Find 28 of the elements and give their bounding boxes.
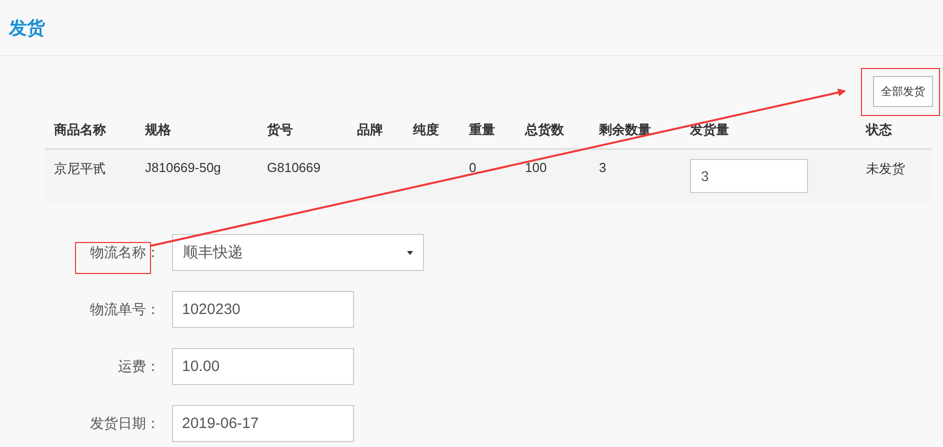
table-cell: G810669 (267, 160, 320, 175)
column-header: 纯度 (413, 122, 439, 136)
column-header: 状态 (866, 122, 892, 136)
column-header: 规格 (145, 122, 171, 136)
input-field[interactable]: 1020230 (172, 291, 354, 328)
caret-icon (407, 250, 413, 254)
column-header: 剩余数量 (599, 122, 651, 136)
column-header: 总货数 (525, 122, 564, 136)
status-text: 未发货 (866, 161, 905, 176)
courier-select[interactable]: 顺丰快递 (172, 234, 424, 271)
field-label: 物流名称： (90, 244, 160, 262)
column-header: 货号 (267, 122, 293, 136)
field-label: 发货日期： (90, 414, 160, 432)
column-header: 商品名称 (54, 122, 106, 136)
field-label: 物流单号： (90, 300, 160, 318)
ship-all-button[interactable]: 全部发货 (873, 76, 933, 107)
field-label: 运费： (118, 358, 160, 376)
table-cell: 100 (525, 160, 547, 175)
input-field[interactable]: 10.00 (172, 348, 354, 385)
table-cell: J810669-50g (145, 160, 221, 175)
input-field[interactable]: 2019-06-17 (172, 405, 354, 442)
table-cell: 京尼平甙 (54, 161, 106, 176)
column-header: 品牌 (357, 122, 383, 136)
table-cell: 3 (599, 160, 606, 175)
quantity-input[interactable]: 3 (690, 159, 808, 193)
page-title: 发货 (9, 16, 45, 40)
column-header: 重量 (469, 122, 495, 136)
table-cell: 0 (469, 160, 476, 175)
